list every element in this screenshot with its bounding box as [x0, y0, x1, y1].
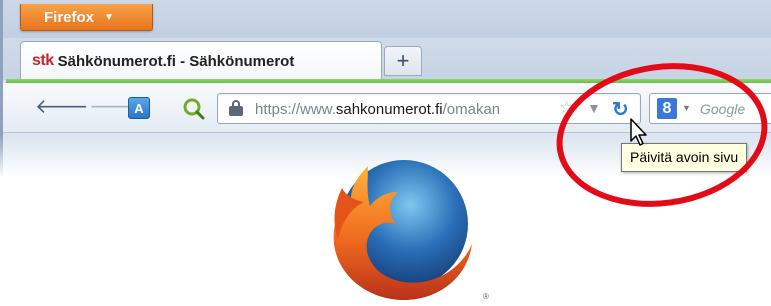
chevron-down-icon: ▼ [104, 11, 114, 23]
url-scheme: https://www. [255, 101, 336, 118]
firefox-menu-label: Firefox [44, 8, 95, 26]
firefox-menu-button[interactable]: Firefox ▼ [20, 4, 153, 31]
url-path: /omakan [442, 101, 501, 118]
new-tab-button[interactable]: + [384, 46, 422, 76]
tab-sahkonumerot[interactable]: stk Sähkönumerot.fi - Sähkönumerot [20, 41, 382, 80]
firefox-logo [333, 160, 472, 300]
lock-icon[interactable] [229, 100, 243, 116]
url-host: sahkonumerot.fi [335, 101, 443, 118]
translate-addon-icon[interactable]: A [128, 97, 150, 119]
registered-mark: ® [483, 292, 489, 301]
url-text[interactable]: https://www.sahkonumerot.fi/omakan [255, 101, 555, 119]
refresh-addon-icon[interactable] [181, 96, 205, 120]
stk-favicon-icon: stk [32, 52, 54, 69]
tab-title: Sähkönumerot.fi - Sähkönumerot [57, 52, 295, 70]
title-bar: Firefox ▼ [3, 0, 771, 38]
back-arrow-icon[interactable]: 🡐 [35, 97, 89, 117]
